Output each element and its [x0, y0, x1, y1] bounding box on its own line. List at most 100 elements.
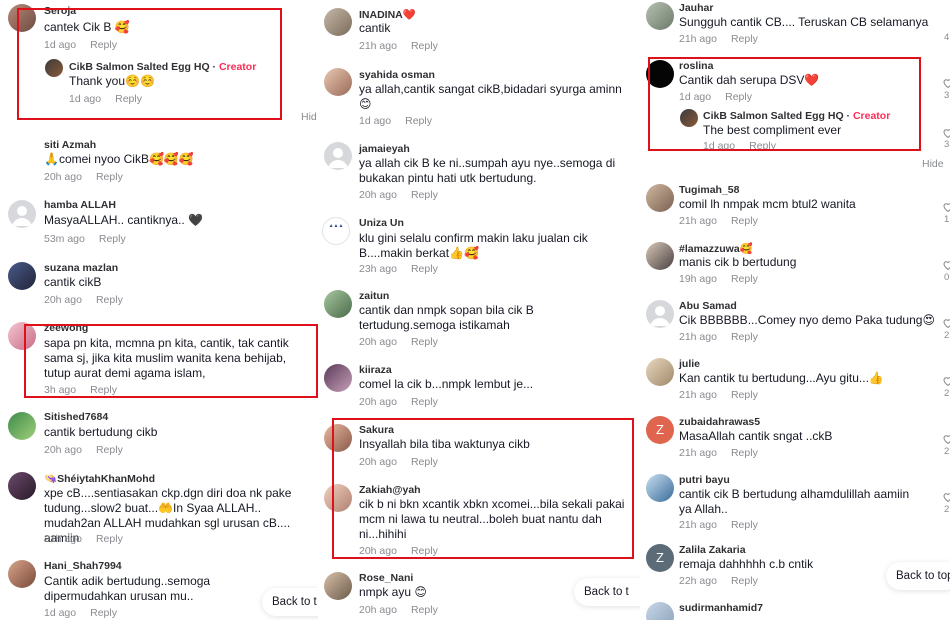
avatar[interactable] — [8, 472, 36, 500]
comment-username[interactable]: zaitun — [359, 290, 389, 302]
reply-button[interactable]: Reply — [411, 396, 438, 408]
reply-button[interactable]: Reply — [731, 273, 758, 285]
comment-username[interactable]: Uniza Un — [359, 217, 404, 229]
comment-username[interactable]: 👒ShéiytahKhanMohd — [44, 472, 155, 485]
reply-button[interactable]: Reply — [731, 389, 758, 401]
default-avatar-icon[interactable] — [8, 200, 36, 228]
hide-replies-button[interactable]: Hid — [301, 111, 317, 123]
comment-username[interactable]: INADINA❤️ — [359, 8, 416, 21]
like-count: 2 — [944, 388, 950, 399]
reply-button[interactable]: Reply — [731, 33, 758, 45]
avatar[interactable] — [646, 2, 674, 30]
avatar[interactable] — [646, 184, 674, 212]
comment-text: Kan cantik tu bertudung...Ayu gitu...👍 — [679, 371, 884, 385]
comment-username[interactable]: Rose_Nani — [359, 572, 413, 584]
like-count: 2 — [944, 504, 950, 515]
comment-username[interactable]: suzana mazlan — [44, 262, 118, 274]
comment-username[interactable]: julie — [679, 358, 700, 370]
reply-button[interactable]: Reply — [411, 263, 438, 275]
comment-username[interactable]: siti Azmah — [44, 139, 96, 151]
comment-username[interactable]: zubaidahrawas5 — [679, 416, 760, 428]
comment-username[interactable]: sudirmanhamid7 — [679, 602, 763, 614]
comment-time: 20h ago — [44, 294, 82, 306]
reply-button[interactable]: Reply — [731, 331, 758, 343]
reply-button[interactable]: Reply — [96, 444, 123, 456]
comment-username[interactable]: hamba ALLAH — [44, 199, 116, 211]
reply-button[interactable]: Reply — [731, 519, 758, 531]
back-to-top-button[interactable]: Back to top — [886, 562, 950, 590]
comment-text: Cik BBBBBB...Comey nyo demo Paka tudung😍 — [679, 313, 935, 327]
comment-meta: 21h ago Reply — [679, 519, 758, 531]
default-avatar-icon[interactable] — [324, 142, 352, 170]
reply-button[interactable]: Reply — [411, 336, 438, 348]
comment-username[interactable]: Hani_Shah7994 — [44, 560, 122, 572]
reply-button[interactable]: Reply — [411, 40, 438, 52]
comment-username[interactable]: Zalila Zakaria — [679, 544, 746, 556]
default-avatar-icon[interactable] — [646, 300, 674, 328]
avatar[interactable] — [8, 560, 36, 588]
comment-text: remaja dahhhhh c.b cntik — [679, 557, 814, 571]
heart-outline-icon[interactable] — [942, 432, 950, 445]
avatar[interactable] — [646, 242, 674, 270]
brand-logo-avatar[interactable]: ▲▲▲ — [322, 217, 350, 245]
comment-meta: 21h ago Reply — [679, 447, 758, 459]
reply-button[interactable]: Reply — [731, 575, 758, 587]
reply-button[interactable]: Reply — [731, 447, 758, 459]
avatar[interactable] — [324, 364, 352, 392]
comment-username[interactable]: Abu Samad — [679, 300, 737, 312]
avatar[interactable] — [8, 412, 36, 440]
comment-text: ya allah,cantik sangat cikB,bidadari syu… — [359, 82, 622, 111]
like-count: 3 — [944, 139, 950, 150]
heart-outline-icon[interactable] — [942, 126, 950, 139]
comment-username[interactable]: jamaieyah — [359, 143, 410, 155]
comment-time: 21h ago — [44, 533, 82, 545]
comment-username[interactable]: kiiraza — [359, 364, 392, 376]
comment-text: Sungguh cantik CB.... Teruskan CB selama… — [679, 15, 929, 29]
reply-button[interactable]: Reply — [99, 233, 126, 245]
comment-username[interactable]: syahida osman — [359, 69, 435, 81]
reply-button[interactable]: Reply — [411, 604, 438, 616]
back-to-top-button[interactable]: Back to t — [262, 588, 318, 616]
comment-time: 21h ago — [679, 447, 717, 459]
heart-outline-icon[interactable] — [942, 76, 950, 89]
reply-button[interactable]: Reply — [90, 607, 117, 619]
heart-outline-icon[interactable] — [942, 258, 950, 271]
comment-username[interactable]: #lamazzuwa🥰 — [679, 242, 753, 255]
comment-meta: 21h ago Reply — [679, 331, 758, 343]
comment-username[interactable]: Tugimah_58 — [679, 184, 740, 196]
reply-button[interactable]: Reply — [731, 215, 758, 227]
reply-button[interactable]: Reply — [411, 189, 438, 201]
comment-text: manis cik b bertudung — [679, 255, 797, 269]
avatar[interactable] — [324, 572, 352, 600]
reply-button[interactable]: Reply — [96, 171, 123, 183]
avatar[interactable] — [324, 290, 352, 318]
comment-meta: 19h ago Reply — [679, 273, 758, 285]
reply-button[interactable]: Reply — [96, 533, 123, 545]
comment-meta: 22h ago Reply — [679, 575, 758, 587]
avatar[interactable] — [324, 8, 352, 36]
letter-avatar[interactable]: Z — [646, 416, 674, 444]
comment-username[interactable]: putri bayu — [679, 474, 730, 486]
avatar[interactable] — [646, 358, 674, 386]
reply-button[interactable]: Reply — [96, 294, 123, 306]
avatar[interactable] — [646, 474, 674, 502]
heart-outline-icon[interactable] — [942, 490, 950, 503]
comment-username[interactable]: Sitished7684 — [44, 411, 108, 423]
comment-time: 21h ago — [679, 389, 717, 401]
letter-avatar[interactable]: Z — [646, 544, 674, 572]
heart-outline-icon[interactable] — [942, 374, 950, 387]
heart-outline-icon[interactable] — [942, 316, 950, 329]
hide-replies-button[interactable]: Hide — [922, 158, 944, 170]
comment-meta: 20h ago Reply — [44, 171, 123, 183]
avatar[interactable] — [8, 262, 36, 290]
avatar[interactable] — [324, 68, 352, 96]
avatar[interactable] — [646, 602, 674, 620]
comment-username[interactable]: Jauhar — [679, 2, 713, 14]
comment-time: 20h ago — [359, 189, 397, 201]
like-count: 1 — [944, 214, 950, 225]
heart-outline-icon[interactable] — [942, 200, 950, 213]
comment-time: 20h ago — [359, 604, 397, 616]
back-to-top-button[interactable]: Back to t — [574, 578, 640, 606]
reply-button[interactable]: Reply — [405, 115, 432, 127]
like-count: 0 — [944, 272, 950, 283]
